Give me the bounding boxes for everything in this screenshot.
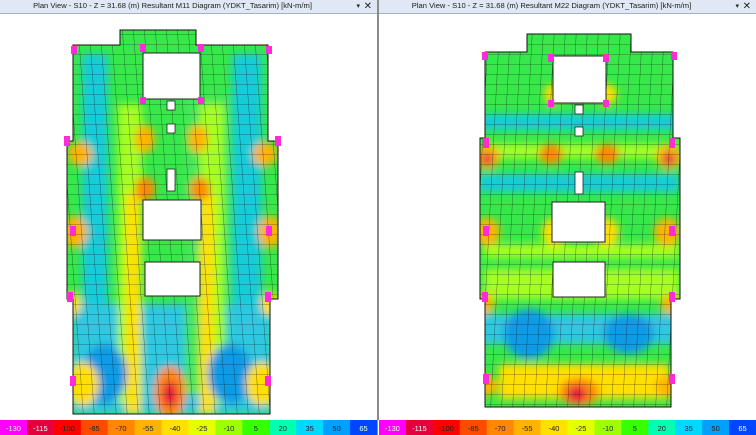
legend-value-label: -100 xyxy=(60,424,75,433)
right-plan-view-window[interactable]: Plan View - S10 - Z = 31.68 (m) Resultan… xyxy=(379,0,756,420)
legend-value-label: -25 xyxy=(197,424,208,433)
legend-value-label: 65 xyxy=(359,424,367,433)
legend-value-label: 20 xyxy=(279,424,287,433)
left-window-titlebar[interactable]: Plan View - S10 - Z = 31.68 (m) Resultan… xyxy=(0,0,377,14)
legend-value-label: -85 xyxy=(468,424,479,433)
legend-value-label: -40 xyxy=(549,424,560,433)
legend-value-label: -70 xyxy=(495,424,506,433)
legend-value-label: -115 xyxy=(412,424,426,433)
legend-bar: -130 -115 -100 -85 -70 -55 -40 -25 -10 5 20 35 50 65 -… xyxy=(0,420,756,435)
legend-value-label: -100 xyxy=(439,424,454,433)
legend-value-label: 35 xyxy=(685,424,693,433)
legend-value-label: 5 xyxy=(633,424,637,433)
legend-value-label: -70 xyxy=(116,424,127,433)
legend-value-label: 5 xyxy=(254,424,258,433)
legend-value-label: 50 xyxy=(332,424,340,433)
legend-value-label: -10 xyxy=(602,424,613,433)
legend-value-label: -85 xyxy=(89,424,100,433)
chevron-down-icon[interactable]: ▾ xyxy=(356,0,360,13)
legend-value-label: 35 xyxy=(306,424,314,433)
close-icon[interactable]: ✕ xyxy=(743,0,751,13)
legend-value-label: -130 xyxy=(385,424,400,433)
legend-value-label: -10 xyxy=(223,424,234,433)
left-window-title: Plan View - S10 - Z = 31.68 (m) Resultan… xyxy=(33,1,312,10)
legend-value-label: -115 xyxy=(33,424,47,433)
legend-value-label: -55 xyxy=(143,424,154,433)
close-icon[interactable]: ✕ xyxy=(364,0,372,13)
legend-value-label: 20 xyxy=(658,424,666,433)
right-contour-plot[interactable] xyxy=(379,14,756,420)
legend-value-label: -40 xyxy=(170,424,181,433)
legend-value-label: -25 xyxy=(576,424,587,433)
contour-color-legend: -130 -115 -100 -85 -70 -55 -40 -25 -10 5 20 35 50 65 -… xyxy=(0,420,756,435)
left-plan-view-window[interactable]: Plan View - S10 - Z = 31.68 (m) Resultan… xyxy=(0,0,377,420)
legend-value-label: 65 xyxy=(738,424,746,433)
legend-value-label: -55 xyxy=(522,424,533,433)
legend-value-label: -130 xyxy=(6,424,21,433)
left-contour-plot[interactable] xyxy=(0,14,377,420)
right-window-titlebar[interactable]: Plan View - S10 - Z = 31.68 (m) Resultan… xyxy=(379,0,756,14)
legend-value-label: 50 xyxy=(711,424,719,433)
chevron-down-icon[interactable]: ▾ xyxy=(735,0,739,13)
right-window-title: Plan View - S10 - Z = 31.68 (m) Resultan… xyxy=(411,1,692,10)
